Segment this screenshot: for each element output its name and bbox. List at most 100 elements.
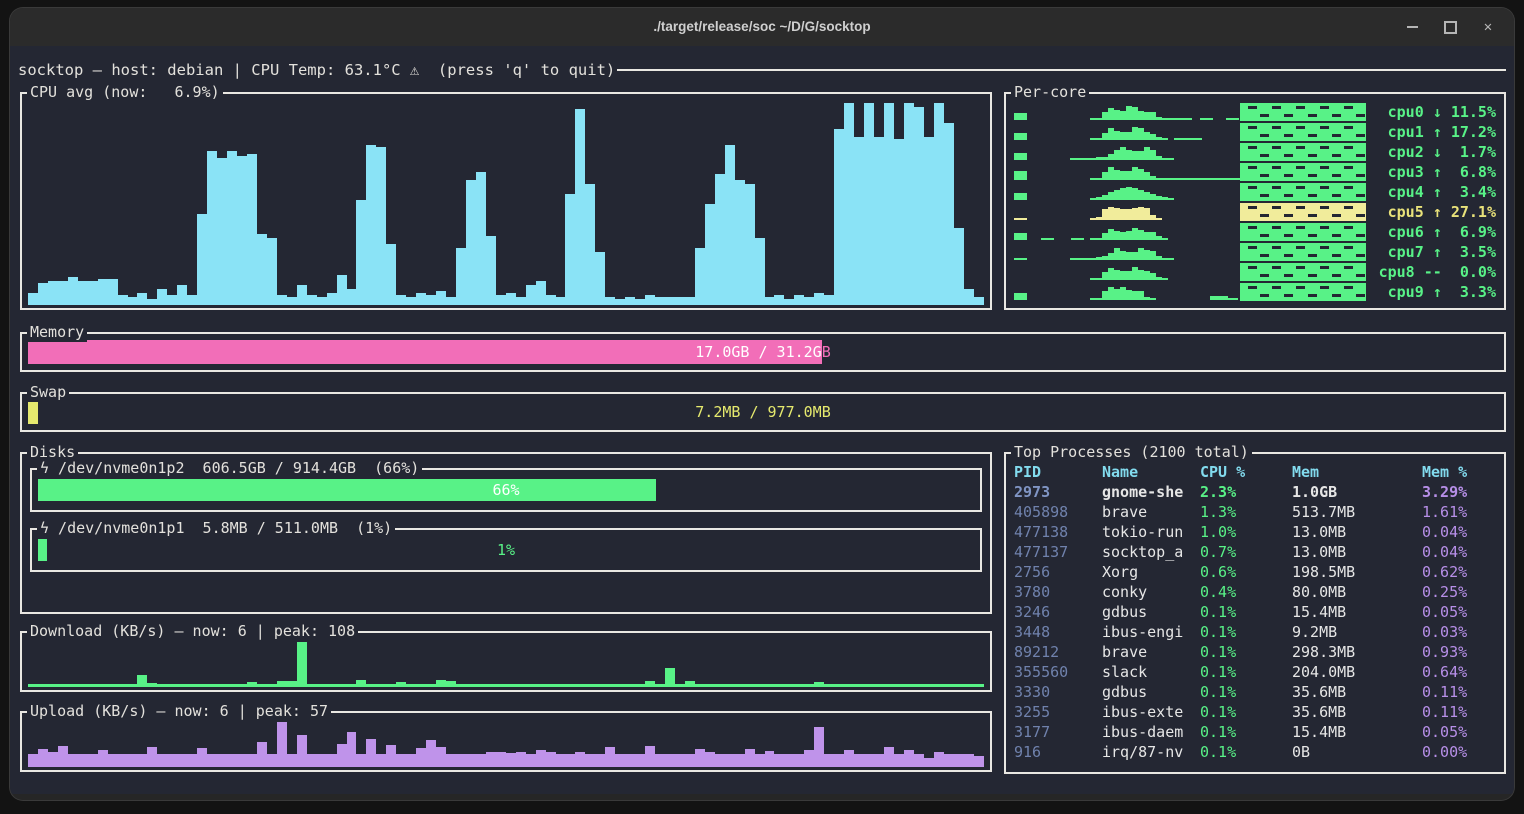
cell-memp: 0.04%: [1422, 542, 1504, 562]
cell-mem: 35.6MB: [1292, 682, 1422, 702]
cell-cpu: 0.1%: [1200, 742, 1292, 762]
cpu5-sparkline: [1014, 202, 1366, 222]
core-row-cpu7: cpu7 ↑ 3.5%: [1014, 242, 1496, 262]
close-icon: ✕: [1484, 19, 1492, 35]
top-processes-panel: Top Processes (2100 total) PID Name CPU …: [1004, 452, 1506, 774]
core-row-cpu8: cpu8 -- 0.0%: [1014, 262, 1496, 282]
cell-pid: 3330: [1014, 682, 1102, 702]
cell-name: ibus-daem: [1102, 722, 1200, 742]
cell-mem: 298.3MB: [1292, 642, 1422, 662]
cell-memp: 0.04%: [1422, 522, 1504, 542]
process-row-2973: 2973gnome-she2.3%1.0GB3.29%: [1006, 482, 1504, 502]
upload-chart: [28, 722, 984, 767]
disk-icon: ϟ: [40, 459, 49, 477]
cell-name: Xorg: [1102, 562, 1200, 582]
per-core-panel: Per-core cpu0 ↓ 11.5% cpu1 ↑ 17.2% cpu2 …: [1004, 92, 1506, 310]
download-panel: Download (KB/s) — now: 6 | peak: 108: [20, 631, 992, 692]
cpu6-history-block: [1240, 223, 1366, 241]
cell-memp: 3.29%: [1422, 482, 1504, 502]
minimize-icon: [1407, 26, 1418, 28]
cell-memp: 0.11%: [1422, 702, 1504, 722]
cell-name: brave: [1102, 642, 1200, 662]
disk-1-label: /dev/nvme0n1p1 5.8MB / 511.0MB (1%): [49, 519, 392, 537]
cell-memp: 0.64%: [1422, 662, 1504, 682]
cpu4-sparkline: [1014, 182, 1366, 202]
cell-pid: 2756: [1014, 562, 1102, 582]
cell-memp: 0.62%: [1422, 562, 1504, 582]
cell-name: gdbus: [1102, 602, 1200, 622]
cell-mem: 35.6MB: [1292, 702, 1422, 722]
core-row-cpu9: cpu9 ↑ 3.3%: [1014, 282, 1496, 302]
cell-memp: 0.93%: [1422, 642, 1504, 662]
core-row-cpu0: cpu0 ↓ 11.5%: [1014, 102, 1496, 122]
cell-mem: 0B: [1292, 742, 1422, 762]
cell-mem: 198.5MB: [1292, 562, 1422, 582]
cpu9-history-block: [1240, 283, 1366, 301]
cpu7-label: cpu7 ↑ 3.5%: [1366, 243, 1496, 261]
cell-cpu: 0.1%: [1200, 622, 1292, 642]
cpu3-sparkline: [1014, 162, 1366, 182]
maximize-button[interactable]: [1440, 17, 1460, 37]
disk-1-gauge: 1%1%: [38, 539, 974, 561]
cell-pid: 2973: [1014, 482, 1102, 502]
cell-mem: 513.7MB: [1292, 502, 1422, 522]
window-title: ./target/release/soc ~/D/G/socktop: [10, 8, 1514, 46]
cpu5-label: cpu5 ↑ 27.1%: [1366, 203, 1496, 221]
header-rule: [617, 69, 1506, 71]
cell-mem: 13.0MB: [1292, 522, 1422, 542]
cpu6-label: cpu6 ↑ 6.9%: [1366, 223, 1496, 241]
disks-panel: Disks ϟ /dev/nvme0n1p2 606.5GB / 914.4GB…: [20, 452, 992, 614]
cell-pid: 477138: [1014, 522, 1102, 542]
cell-cpu: 0.4%: [1200, 582, 1292, 602]
cell-pid: 3448: [1014, 622, 1102, 642]
cpu7-sparkline: [1014, 242, 1366, 262]
core-row-cpu5: cpu5 ↑ 27.1%: [1014, 202, 1496, 222]
process-row-3255: 3255ibus-exte0.1%35.6MB0.11%: [1006, 702, 1504, 722]
cell-mem: 9.2MB: [1292, 622, 1422, 642]
cell-mem: 13.0MB: [1292, 542, 1422, 562]
memory-title: Memory: [27, 323, 87, 342]
cell-name: gnome-she: [1102, 482, 1200, 502]
cpu9-label: cpu9 ↑ 3.3%: [1366, 283, 1496, 301]
core-row-cpu4: cpu4 ↑ 3.4%: [1014, 182, 1496, 202]
process-row-355560: 355560slack0.1%204.0MB0.64%: [1006, 662, 1504, 682]
cpu9-sparkline: [1014, 282, 1366, 302]
app-status-text: socktop — host: debian | CPU Temp: 63.1°…: [18, 61, 615, 79]
cell-name: ibus-engi: [1102, 622, 1200, 642]
cpu8-label: cpu8 -- 0.0%: [1366, 263, 1496, 281]
swap-gauge: 7.2MB / 977.0MB7.2MB / 977.0MB: [28, 400, 1498, 424]
core-row-cpu1: cpu1 ↑ 17.2%: [1014, 122, 1496, 142]
cell-name: tokio-run: [1102, 522, 1200, 542]
cell-pid: 355560: [1014, 662, 1102, 682]
disk-nvme0n1p2: ϟ /dev/nvme0n1p2 606.5GB / 914.4GB (66%)…: [30, 468, 982, 512]
cpu-avg-panel: CPU avg (now: 6.9%): [20, 92, 992, 310]
cell-cpu: 1.0%: [1200, 522, 1292, 542]
swap-panel: Swap 7.2MB / 977.0MB7.2MB / 977.0MB: [20, 392, 1506, 432]
memory-panel: Memory 17.0GB / 31.2GB17.0GB / 31.2GB: [20, 332, 1506, 372]
process-row-3246: 3246gdbus0.1%15.4MB0.05%: [1006, 602, 1504, 622]
cell-mem: 1.0GB: [1292, 482, 1422, 502]
cell-cpu: 0.1%: [1200, 702, 1292, 722]
process-row-405898: 405898brave1.3%513.7MB1.61%: [1006, 502, 1504, 522]
core-row-cpu6: cpu6 ↑ 6.9%: [1014, 222, 1496, 242]
cpu1-label: cpu1 ↑ 17.2%: [1366, 123, 1496, 141]
terminal-content[interactable]: socktop — host: debian | CPU Temp: 63.1°…: [10, 46, 1514, 794]
cell-cpu: 0.1%: [1200, 682, 1292, 702]
cpu2-history-block: [1240, 143, 1366, 161]
close-button[interactable]: ✕: [1478, 17, 1498, 37]
cpu0-sparkline: [1014, 102, 1366, 122]
cell-mem: 80.0MB: [1292, 582, 1422, 602]
cell-cpu: 0.1%: [1200, 662, 1292, 682]
cell-name: slack: [1102, 662, 1200, 682]
cell-name: brave: [1102, 502, 1200, 522]
col-pid: PID: [1014, 462, 1102, 482]
minimize-button[interactable]: [1402, 17, 1422, 37]
upload-title: Upload (KB/s) — now: 6 | peak: 57: [27, 702, 331, 721]
cell-memp: 0.25%: [1422, 582, 1504, 602]
titlebar[interactable]: ./target/release/soc ~/D/G/socktop ✕: [10, 8, 1514, 46]
cell-cpu: 0.6%: [1200, 562, 1292, 582]
cell-pid: 89212: [1014, 642, 1102, 662]
cpu2-sparkline: [1014, 142, 1366, 162]
swap-title: Swap: [27, 383, 69, 402]
cell-pid: 405898: [1014, 502, 1102, 522]
